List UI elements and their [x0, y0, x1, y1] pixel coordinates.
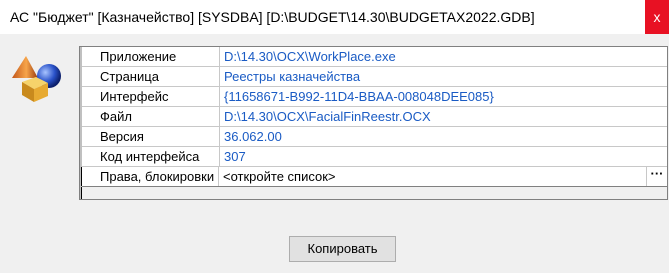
property-row[interactable]: Приложение D:\14.30\OCX\WorkPlace.exe [82, 47, 667, 67]
property-value[interactable]: D:\14.30\OCX\FacialFinReestr.OCX [220, 107, 667, 126]
close-button[interactable]: x [645, 0, 669, 34]
grid-empty-area [81, 187, 667, 199]
property-value[interactable]: 307 [220, 147, 667, 166]
property-row[interactable]: Страница Реестры казначейства [82, 67, 667, 87]
property-value[interactable]: 36.062.00 [220, 127, 667, 146]
property-value[interactable]: {11658671-B992-11D4-BBAA-008048DEE085} [220, 87, 667, 106]
properties-grid: Приложение D:\14.30\OCX\WorkPlace.exe Ст… [79, 46, 668, 200]
rights-dropdown[interactable]: <откройте список> [219, 167, 667, 186]
close-icon: x [653, 9, 661, 25]
window-title: АС "Бюджет" [Казначейство] [SYSDBA] [D:\… [10, 9, 535, 25]
property-label: Интерфейс [82, 87, 220, 106]
property-label: Версия [82, 127, 220, 146]
property-label: Код интерфейса [82, 147, 220, 166]
property-row[interactable]: Интерфейс {11658671-B992-11D4-BBAA-00804… [82, 87, 667, 107]
app-shapes-icon [12, 56, 61, 102]
property-label: Приложение [82, 47, 220, 66]
property-value[interactable]: D:\14.30\OCX\WorkPlace.exe [220, 47, 667, 66]
property-value[interactable]: Реестры казначейства [220, 67, 667, 86]
copy-button[interactable]: Копировать [289, 236, 396, 262]
property-label: Файл [82, 107, 220, 126]
title-bar: АС "Бюджет" [Казначейство] [SYSDBA] [D:\… [0, 0, 669, 34]
property-label: Страница [82, 67, 220, 86]
ellipsis-button[interactable]: ··· [646, 167, 667, 186]
property-label: Права, блокировки [81, 167, 219, 186]
property-row[interactable]: Код интерфейса 307 [82, 147, 667, 167]
property-row[interactable]: Файл D:\14.30\OCX\FacialFinReestr.OCX [82, 107, 667, 127]
property-row-rights[interactable]: Права, блокировки <откройте список> ··· [81, 167, 667, 187]
property-row[interactable]: Версия 36.062.00 [82, 127, 667, 147]
